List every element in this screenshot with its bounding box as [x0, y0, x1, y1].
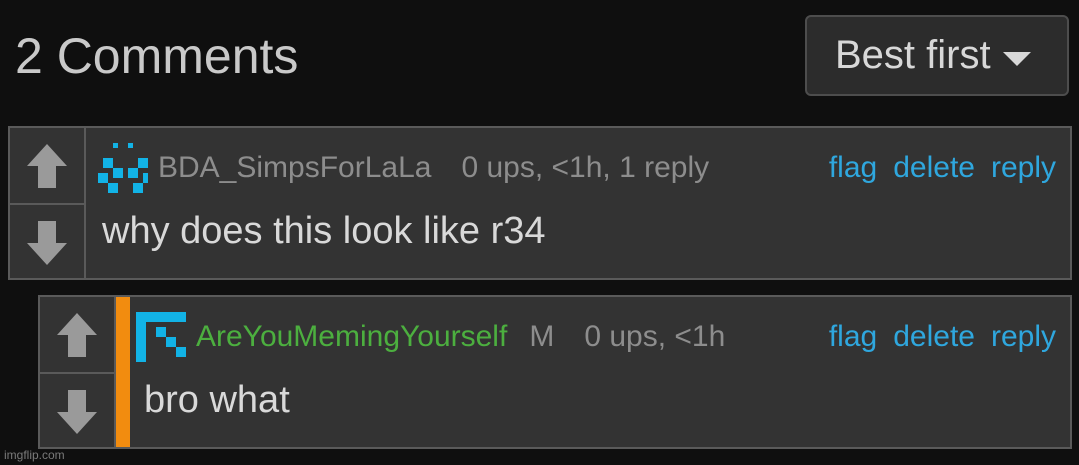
- comment: BDA_SimpsForLaLa 0 ups, <1h, 1 reply fla…: [8, 126, 1072, 280]
- comment-username[interactable]: AreYouMemingYourself: [196, 320, 507, 354]
- upvote-button[interactable]: [40, 297, 114, 374]
- comment-reply: AreYouMemingYourself M 0 ups, <1h flag d…: [38, 295, 1072, 449]
- comment-text: bro what: [144, 379, 290, 421]
- arrow-down-icon: [57, 389, 97, 434]
- comment-actions: flag delete reply: [829, 151, 1056, 185]
- delete-link[interactable]: delete: [893, 151, 975, 185]
- flag-link[interactable]: flag: [829, 151, 877, 185]
- moderator-badge: M: [529, 320, 555, 353]
- sort-dropdown-label: Best first: [835, 33, 991, 77]
- sort-dropdown[interactable]: Best first: [805, 15, 1069, 96]
- delete-link[interactable]: delete: [893, 320, 975, 354]
- vote-column: [10, 128, 86, 278]
- flag-link[interactable]: flag: [829, 320, 877, 354]
- comment-username[interactable]: BDA_SimpsForLaLa: [158, 151, 431, 185]
- comment-stats: 0 ups, <1h: [584, 320, 726, 353]
- comment-actions: flag delete reply: [829, 320, 1056, 354]
- reply-link[interactable]: reply: [991, 151, 1056, 185]
- comment-meta: BDA_SimpsForLaLa 0 ups, <1h, 1 reply fla…: [98, 143, 1056, 193]
- comments-count-title: 2 Comments: [15, 28, 299, 84]
- comment-text: why does this look like r34: [102, 210, 546, 252]
- upvote-button[interactable]: [10, 128, 84, 205]
- reply-link[interactable]: reply: [991, 320, 1056, 354]
- arrow-up-icon: [57, 312, 97, 357]
- downvote-button[interactable]: [10, 205, 84, 280]
- comment-stats: 0 ups, <1h, 1 reply: [461, 151, 710, 184]
- user-avatar-icon[interactable]: [136, 312, 186, 362]
- user-avatar-icon[interactable]: [98, 143, 148, 193]
- chevron-down-icon: [1002, 51, 1031, 66]
- reply-accent-bar: [116, 297, 130, 447]
- downvote-button[interactable]: [40, 374, 114, 449]
- arrow-down-icon: [27, 220, 67, 265]
- arrow-up-icon: [27, 143, 67, 188]
- comment-meta: AreYouMemingYourself M 0 ups, <1h flag d…: [136, 312, 1056, 362]
- vote-column: [40, 297, 116, 447]
- watermark: imgflip.com: [4, 448, 65, 462]
